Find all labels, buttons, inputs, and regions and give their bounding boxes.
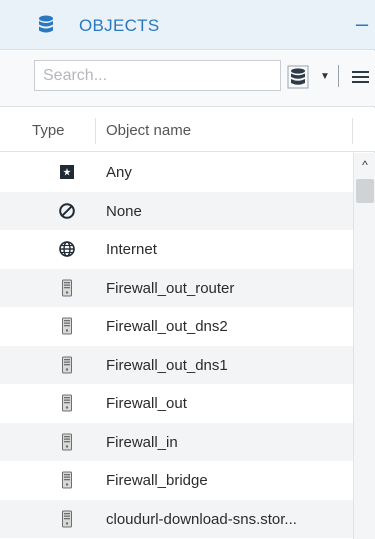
object-name: Internet	[106, 241, 157, 258]
toolbar: ▼	[0, 51, 375, 107]
object-name: None	[106, 202, 142, 220]
column-divider[interactable]	[95, 118, 96, 144]
table-row[interactable]: cloudurl-download-sns.stor...	[0, 499, 353, 538]
column-header-type[interactable]: Type	[32, 122, 65, 139]
table-row[interactable]: Firewall_out_dns2	[0, 307, 353, 346]
any-icon	[60, 165, 74, 179]
object-name: Any	[106, 164, 132, 181]
table-row[interactable]: None	[0, 191, 353, 230]
search-input[interactable]	[34, 60, 281, 91]
object-name: cloudurl-download-sns.stor...	[106, 510, 297, 528]
object-list: Any None Internet Firewall_out_router Fi…	[0, 153, 353, 539]
object-name: Firewall_out_dns1	[106, 356, 228, 374]
none-icon	[59, 202, 75, 219]
database-filter-icon[interactable]	[287, 64, 309, 90]
menu-icon[interactable]	[349, 64, 371, 90]
database-icon	[39, 15, 53, 33]
table-row[interactable]: Firewall_out_dns1	[0, 345, 353, 384]
table-row[interactable]: Firewall_out	[0, 384, 353, 423]
object-name: Firewall_bridge	[106, 472, 208, 489]
column-header-object-name[interactable]: Object name	[106, 122, 191, 139]
table-header: Type Object name	[0, 108, 375, 152]
table-row[interactable]: Any	[0, 153, 353, 192]
table-row[interactable]: Firewall_bridge	[0, 461, 353, 500]
object-name: Firewall_out_dns2	[106, 318, 228, 335]
scroll-up-button[interactable]: ^	[354, 157, 375, 173]
collapse-button[interactable]: –	[352, 12, 372, 36]
scroll-thumb[interactable]	[356, 179, 374, 203]
object-name: Firewall_in	[106, 433, 178, 451]
vertical-scrollbar[interactable]: ^	[353, 153, 375, 539]
object-name: Firewall_out_router	[106, 279, 235, 297]
host-icon	[62, 471, 72, 489]
column-divider[interactable]	[352, 118, 353, 144]
globe-icon	[59, 241, 75, 257]
panel-header: OBJECTS –	[0, 0, 375, 50]
host-icon	[62, 394, 72, 412]
object-name: Firewall_out	[106, 395, 187, 412]
panel-title: OBJECTS	[79, 16, 160, 35]
host-icon	[62, 433, 72, 450]
table-row[interactable]: Firewall_in	[0, 422, 353, 461]
host-icon	[62, 317, 72, 335]
host-icon	[62, 279, 72, 296]
objects-panel: OBJECTS – ▼ Type Object name A	[0, 0, 375, 539]
table-row[interactable]: Internet	[0, 230, 353, 269]
chevron-down-icon[interactable]: ▼	[319, 64, 331, 90]
host-icon	[62, 356, 72, 373]
toolbar-divider	[338, 65, 339, 87]
table-row[interactable]: Firewall_out_router	[0, 268, 353, 307]
host-icon	[62, 510, 72, 527]
